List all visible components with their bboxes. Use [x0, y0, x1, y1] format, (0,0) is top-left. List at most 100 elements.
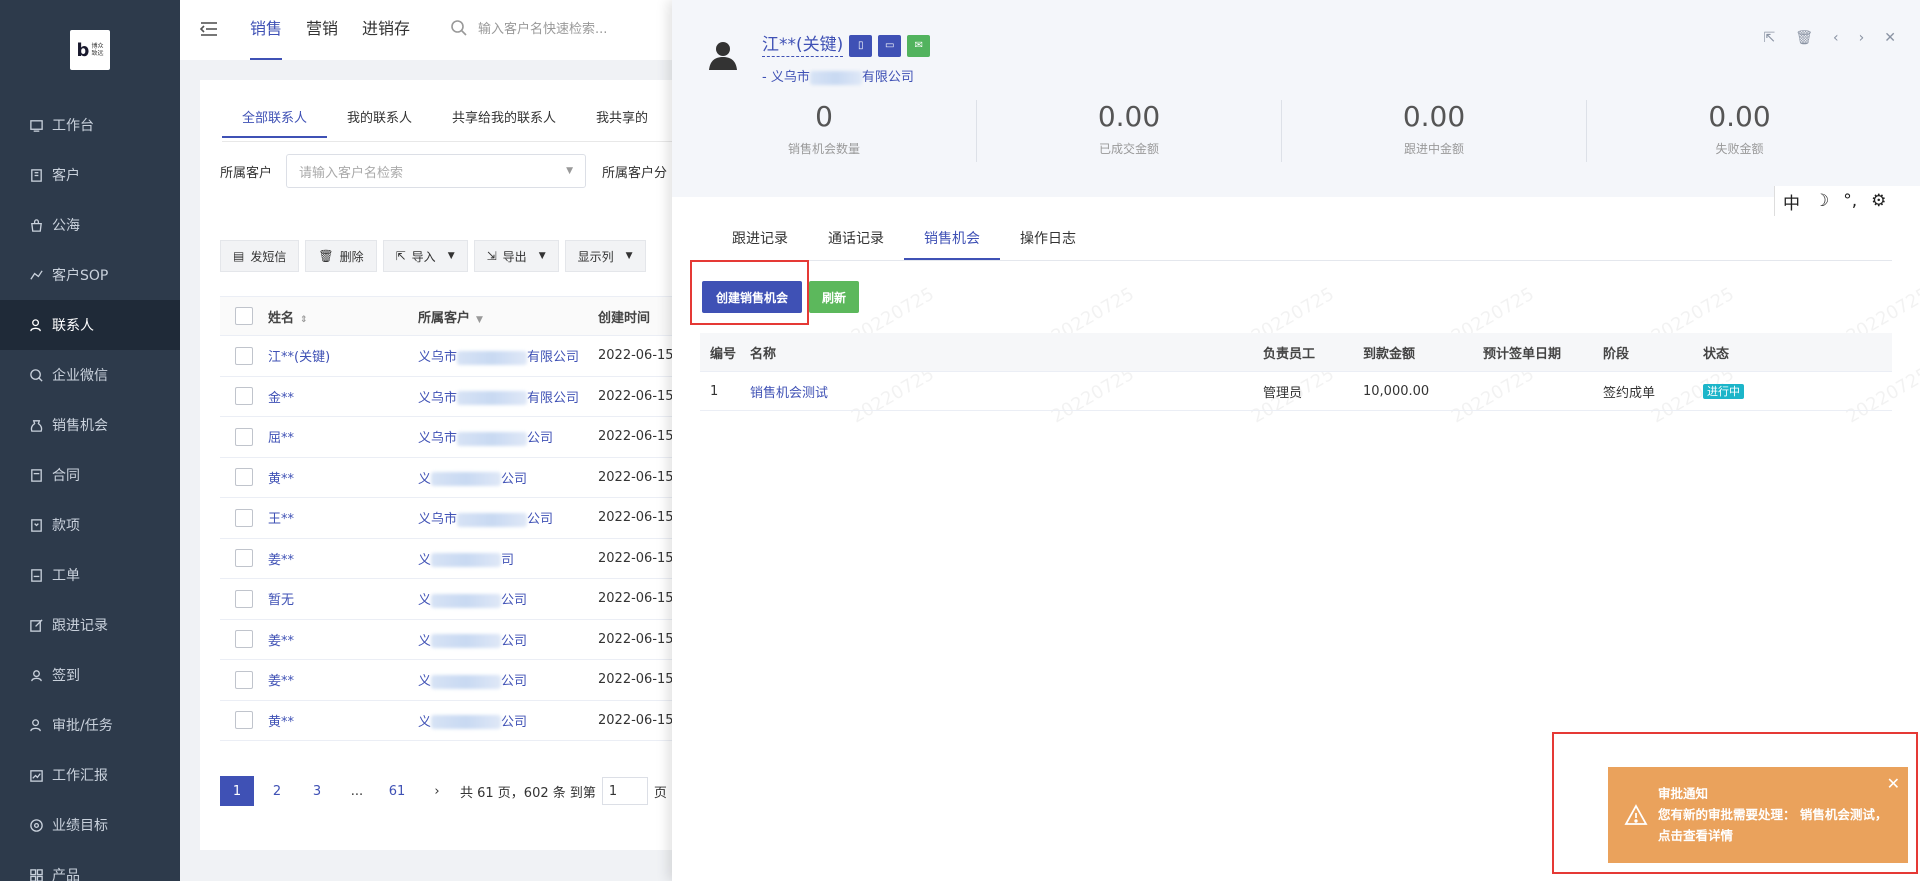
col-created[interactable]: 创建时间 — [598, 307, 678, 326]
row-customer[interactable]: 义司 — [418, 549, 598, 568]
sidebar-item-15[interactable]: 产品 — [0, 850, 180, 881]
tab-marketing[interactable]: 营销 — [306, 0, 338, 60]
sidebar-item-2[interactable]: 公海 — [0, 200, 180, 250]
import-button[interactable]: ⇱ 导入 ▼ — [382, 240, 468, 272]
tab-call-records[interactable]: 通话记录 — [808, 220, 904, 260]
tab-inventory[interactable]: 进销存 — [362, 0, 410, 60]
tab-operation-log[interactable]: 操作日志 — [1000, 220, 1096, 260]
page-last[interactable]: 61 — [380, 776, 414, 806]
row-checkbox[interactable] — [220, 468, 268, 487]
ime-punct[interactable]: °, — [1843, 191, 1857, 211]
page-1[interactable]: 1 — [220, 776, 254, 806]
row-name[interactable]: 江**(关键) — [268, 346, 418, 365]
sidebar-item-8[interactable]: 款项 — [0, 500, 180, 550]
sidebar-item-1[interactable]: 客户 — [0, 150, 180, 200]
row-customer[interactable]: 义乌市 有限公司 — [418, 387, 598, 406]
row-checkbox[interactable] — [220, 711, 268, 730]
next-icon[interactable]: › — [1859, 30, 1865, 46]
row-checkbox[interactable] — [220, 549, 268, 568]
share-icon[interactable]: ⇱ — [1764, 30, 1776, 46]
refresh-button[interactable]: 刷新 — [809, 281, 859, 313]
tab-follow-records[interactable]: 跟进记录 — [712, 220, 808, 260]
global-search[interactable]: 输入客户名快速检索... — [450, 18, 607, 37]
tab-shared-with-me[interactable]: 共享给我的联系人 — [432, 102, 576, 138]
row-name[interactable]: 暂无 — [268, 589, 418, 608]
next-page-icon[interactable]: › — [420, 776, 454, 806]
tab-my-contacts[interactable]: 我的联系人 — [327, 102, 432, 138]
prev-icon[interactable]: ‹ — [1833, 30, 1839, 46]
moon-icon[interactable]: ☽ — [1814, 191, 1829, 211]
row-name[interactable]: 姜** — [268, 630, 418, 649]
approval-icon — [28, 717, 44, 733]
columns-button[interactable]: 显示列 ▼ — [564, 240, 646, 272]
row-customer[interactable]: 义乌市 公司 — [418, 427, 598, 446]
row-checkbox[interactable] — [220, 427, 268, 446]
sidebar-item-11[interactable]: 签到 — [0, 650, 180, 700]
goto-page-input[interactable]: 1 — [601, 777, 648, 805]
row-customer[interactable]: 义乌市 有限公司 — [418, 346, 598, 365]
gear-icon[interactable]: ⚙ — [1871, 191, 1886, 211]
export-button[interactable]: ⇲ 导出 ▼ — [473, 240, 559, 272]
row-name[interactable]: 销售机会测试 — [750, 382, 1263, 401]
row-name[interactable]: 黄** — [268, 468, 418, 487]
contact-name[interactable]: 江**(关键) — [762, 34, 844, 57]
phone-icon[interactable]: ▯ — [849, 34, 873, 57]
row-checkbox[interactable] — [220, 589, 268, 608]
tab-sales[interactable]: 销售 — [250, 0, 283, 60]
row-checkbox[interactable] — [220, 508, 268, 527]
row-name[interactable]: 黄** — [268, 711, 418, 730]
row-checkbox[interactable] — [220, 670, 268, 689]
sidebar-item-13[interactable]: 工作汇报 — [0, 750, 180, 800]
drawer-header: 江**(关键) ▯ ▭ ✉ - 义乌市 有限公司 ⇱ 🗑 ‹ › ✕ 0 销售机会数… — [672, 0, 1920, 197]
row-customer[interactable]: 义公司 — [418, 711, 598, 730]
mail-icon[interactable]: ✉ — [907, 34, 931, 57]
notice-body[interactable]: 您有新的审批需要处理： 销售机会测试，点击查看详情 — [1658, 804, 1888, 846]
sidebar-item-12[interactable]: 审批/任务 — [0, 700, 180, 750]
tab-all-contacts[interactable]: 全部联系人 — [222, 102, 328, 138]
approval-notification[interactable]: 审批通知 您有新的审批需要处理： 销售机会测试，点击查看详情 ✕ — [1608, 767, 1908, 863]
send-sms-button[interactable]: ▤ 发短信 — [220, 240, 300, 272]
col-name[interactable]: 姓名 ⇕ — [268, 307, 418, 326]
create-opportunity-button[interactable]: 创建销售机会 — [702, 281, 802, 313]
customer-select[interactable]: 请输入客户名检索 ▼ — [286, 154, 587, 188]
close-icon[interactable]: ✕ — [1887, 773, 1900, 794]
sidebar-item-10[interactable]: 跟进记录 — [0, 600, 180, 650]
row-name[interactable]: 姜** — [268, 549, 418, 568]
row-name[interactable]: 王** — [268, 508, 418, 527]
row-name[interactable]: 金** — [268, 387, 418, 406]
trash-icon[interactable]: 🗑 — [1795, 30, 1813, 46]
row-checkbox[interactable] — [220, 346, 268, 365]
tab-my-shared[interactable]: 我共享的 — [576, 102, 668, 138]
sidebar-item-7[interactable]: 合同 — [0, 450, 180, 500]
redacted-blur — [431, 553, 502, 568]
ime-lang[interactable]: 中 — [1783, 189, 1800, 214]
row-checkbox[interactable] — [220, 630, 268, 649]
contact-company[interactable]: - 义乌市 有限公司 — [762, 66, 914, 85]
close-icon[interactable]: ✕ — [1884, 30, 1896, 46]
delete-button[interactable]: 🗑 删除 — [305, 240, 377, 272]
tab-opportunities[interactable]: 销售机会 — [904, 220, 1000, 260]
row-customer[interactable]: 义公司 — [418, 670, 598, 689]
sidebar-item-0[interactable]: 工作台 — [0, 100, 180, 150]
page-2[interactable]: 2 — [260, 776, 294, 806]
monitor-icon — [28, 117, 44, 133]
col-customer[interactable]: 所属客户 ▼ — [418, 307, 598, 326]
table-row[interactable]: 1 销售机会测试 管理员 10,000.00 签约成单 进行中 — [700, 372, 1892, 411]
sidebar-item-4[interactable]: 联系人 — [0, 300, 180, 350]
sidebar-item-3[interactable]: 客户SOP — [0, 250, 180, 300]
page-3[interactable]: 3 — [300, 776, 334, 806]
row-customer[interactable]: 义公司 — [418, 630, 598, 649]
select-all-checkbox[interactable] — [220, 307, 268, 325]
sidebar-item-14[interactable]: 业绩目标 — [0, 800, 180, 850]
row-customer[interactable]: 义乌市 公司 — [418, 508, 598, 527]
sms-icon[interactable]: ▭ — [878, 34, 902, 57]
sidebar-item-6[interactable]: 销售机会 — [0, 400, 180, 450]
menu-toggle-icon[interactable] — [198, 18, 220, 40]
sidebar-item-5[interactable]: 企业微信 — [0, 350, 180, 400]
row-checkbox[interactable] — [220, 387, 268, 406]
sidebar-item-9[interactable]: 工单 — [0, 550, 180, 600]
row-customer[interactable]: 义公司 — [418, 468, 598, 487]
row-name[interactable]: 姜** — [268, 670, 418, 689]
row-name[interactable]: 屈** — [268, 427, 418, 446]
row-customer[interactable]: 义公司 — [418, 589, 598, 608]
